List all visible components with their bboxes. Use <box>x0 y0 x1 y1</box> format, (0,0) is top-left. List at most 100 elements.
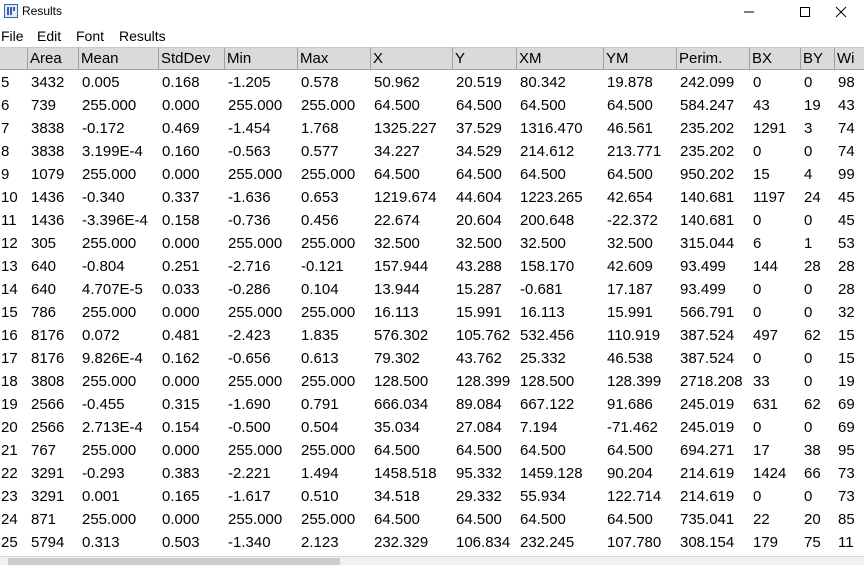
cell-xm: 1316.470 <box>520 120 583 137</box>
cell-ym: 32.500 <box>607 235 653 252</box>
cell-min: 255.000 <box>228 511 283 528</box>
cell-stddev: 0.000 <box>162 373 200 390</box>
table-row[interactable]: 23 3291 0.001 0.165 -1.617 0.510 34.518 29.332 5… <box>0 485 864 508</box>
cell-mean: -0.455 <box>82 396 125 413</box>
cell-area: 1079 <box>31 166 65 183</box>
menu-results[interactable]: Results <box>119 28 166 44</box>
cell-xm: 1223.265 <box>520 189 583 206</box>
cell-stddev: 0.154 <box>162 419 200 436</box>
table-row[interactable]: 14 640 4.707E-5 0.033 -0.286 0.104 13.944 15.28… <box>0 278 864 301</box>
cell-by: 0 <box>804 143 813 160</box>
column-header-wi[interactable]: Wi <box>835 47 864 70</box>
minimize-icon[interactable] <box>726 0 772 24</box>
column-header-index[interactable] <box>0 47 28 70</box>
column-header-bx[interactable]: BX <box>750 47 801 70</box>
column-header-x[interactable]: X <box>371 47 453 70</box>
column-header-area[interactable]: Area <box>28 47 79 70</box>
table-row[interactable]: 6 739 255.000 0.000 255.000 255.000 64.500 64.5… <box>0 94 864 117</box>
row-number: 16 <box>1 327 18 344</box>
cell-mean: -0.172 <box>82 120 125 137</box>
cell-perim: 235.202 <box>680 120 735 137</box>
cell-xm: 158.170 <box>520 258 575 275</box>
column-header-by[interactable]: BY <box>801 47 835 70</box>
cell-max: 255.000 <box>301 97 356 114</box>
cell-perim: 140.681 <box>680 212 735 229</box>
table-row[interactable]: 25 5794 0.313 0.503 -1.340 2.123 232.329 106.83… <box>0 531 864 554</box>
cell-perim: 140.681 <box>680 189 735 206</box>
cell-max: 1.494 <box>301 465 339 482</box>
title-bar[interactable]: Results <box>0 0 864 26</box>
table-row[interactable]: 15 786 255.000 0.000 255.000 255.000 16.113 15.… <box>0 301 864 324</box>
cell-xm: 667.122 <box>520 396 575 413</box>
cell-min: 255.000 <box>228 442 283 459</box>
cell-wi: 74 <box>838 143 855 160</box>
cell-xm: 64.500 <box>520 166 566 183</box>
horizontal-scrollbar[interactable] <box>0 556 864 565</box>
cell-perim: 584.247 <box>680 97 735 114</box>
cell-stddev: 0.160 <box>162 143 200 160</box>
cell-mean: 0.313 <box>82 534 120 551</box>
cell-xm: -0.681 <box>520 281 563 298</box>
table-row[interactable]: 10 1436 -0.340 0.337 -1.636 0.653 1219.674 44.6… <box>0 186 864 209</box>
cell-by: 0 <box>804 373 813 390</box>
cell-by: 62 <box>804 327 821 344</box>
table-row[interactable]: 8 3838 3.199E-4 0.160 -0.563 0.577 34.227 34.52… <box>0 140 864 163</box>
column-header-min[interactable]: Min <box>225 47 298 70</box>
table-row[interactable]: 5 3432 0.005 0.168 -1.205 0.578 50.962 20.519 80… <box>0 71 864 94</box>
cell-max: 255.000 <box>301 373 356 390</box>
cell-ym: 107.780 <box>607 534 662 551</box>
menu-font[interactable]: Font <box>76 28 104 44</box>
cell-x: 64.500 <box>374 511 420 528</box>
cell-max: 0.613 <box>301 350 339 367</box>
cell-stddev: 0.000 <box>162 166 200 183</box>
cell-by: 0 <box>804 304 813 321</box>
table-row[interactable]: 22 3291 -0.293 0.383 -2.221 1.494 1458.518 95.3… <box>0 462 864 485</box>
column-header-perim[interactable]: Perim. <box>677 47 750 70</box>
cell-wi: 15 <box>838 350 855 367</box>
cell-stddev: 0.168 <box>162 74 200 91</box>
table-row[interactable]: 13 640 -0.804 0.251 -2.716 -0.121 157.944 43.28… <box>0 255 864 278</box>
column-header-max[interactable]: Max <box>298 47 371 70</box>
table-row[interactable]: 12 305 255.000 0.000 255.000 255.000 32.500 32.… <box>0 232 864 255</box>
cell-perim: 242.099 <box>680 74 735 91</box>
cell-max: 1.835 <box>301 327 339 344</box>
cell-ym: 90.204 <box>607 465 653 482</box>
table-row[interactable]: 21 767 255.000 0.000 255.000 255.000 64.500 64.… <box>0 439 864 462</box>
table-row[interactable]: 19 2566 -0.455 0.315 -1.690 0.791 666.034 89.08… <box>0 393 864 416</box>
table-row[interactable]: 17 8176 9.826E-4 0.162 -0.656 0.613 79.302 43.7… <box>0 347 864 370</box>
cell-bx: 0 <box>753 143 762 160</box>
column-header-y[interactable]: Y <box>453 47 517 70</box>
table-row[interactable]: 16 8176 0.072 0.481 -2.423 1.835 576.302 105.76… <box>0 324 864 347</box>
column-header-ym[interactable]: YM <box>604 47 677 70</box>
close-icon[interactable] <box>818 0 864 24</box>
cell-area: 1436 <box>31 212 65 229</box>
cell-stddev: 0.337 <box>162 189 200 206</box>
cell-by: 0 <box>804 488 813 505</box>
menu-edit[interactable]: Edit <box>37 28 61 44</box>
cell-ym: 17.187 <box>607 281 653 298</box>
column-header-xm[interactable]: XM <box>517 47 604 70</box>
table-row[interactable]: 24 871 255.000 0.000 255.000 255.000 64.500 64.… <box>0 508 864 531</box>
scrollbar-thumb[interactable] <box>8 558 340 565</box>
column-header-stddev[interactable]: StdDev <box>159 47 225 70</box>
cell-x: 64.500 <box>374 166 420 183</box>
results-table[interactable]: Area Mean StdDev Min Max X Y XM YM Perim. BX BY Wi 5… <box>0 47 864 555</box>
cell-bx: 144 <box>753 258 779 275</box>
table-row[interactable]: 7 3838 -0.172 0.469 -1.454 1.768 1325.227 37.52… <box>0 117 864 140</box>
cell-y: 20.604 <box>456 212 502 229</box>
table-row[interactable]: 20 2566 2.713E-4 0.154 -0.500 0.504 35.034 27.0… <box>0 416 864 439</box>
column-header-mean[interactable]: Mean <box>79 47 159 70</box>
cell-wi: 28 <box>838 281 855 298</box>
cell-ym: 91.686 <box>607 396 653 413</box>
table-row[interactable]: 18 3808 255.000 0.000 255.000 255.000 128.500 1… <box>0 370 864 393</box>
cell-xm: 64.500 <box>520 442 566 459</box>
cell-by: 24 <box>804 189 821 206</box>
row-number: 6 <box>1 97 10 114</box>
cell-y: 105.762 <box>456 327 511 344</box>
cell-ym: 42.609 <box>607 258 653 275</box>
table-row[interactable]: 9 1079 255.000 0.000 255.000 255.000 64.500 64.… <box>0 163 864 186</box>
table-row[interactable]: 11 1436 -3.396E-4 0.158 -0.736 0.456 22.674 20.… <box>0 209 864 232</box>
cell-x: 1458.518 <box>374 465 437 482</box>
menu-file[interactable]: File <box>1 28 24 44</box>
cell-ym: 64.500 <box>607 442 653 459</box>
